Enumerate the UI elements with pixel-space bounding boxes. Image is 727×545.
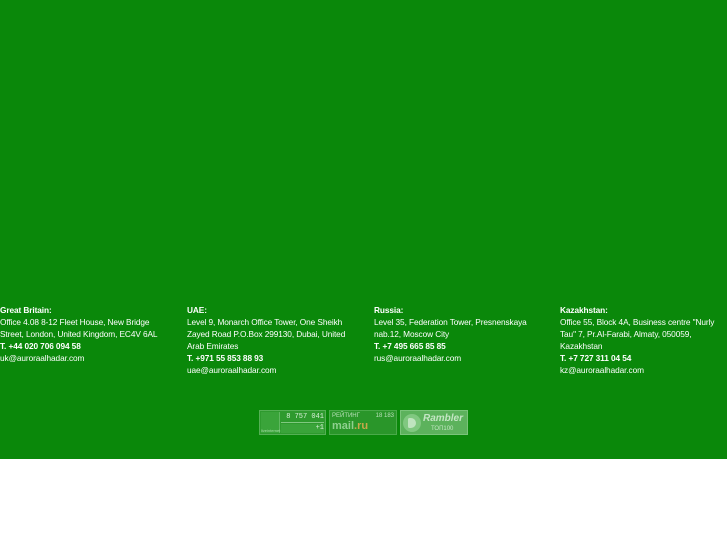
office-title: UAE: (187, 305, 207, 315)
site-footer: Great Britain: Office 4.08 8-12 Fleet Ho… (0, 0, 727, 459)
office-uae: UAE: Level 9, Monarch Office Tower, One … (187, 304, 362, 376)
office-russia: Russia: Level 35, Federation Tower, Pres… (374, 304, 549, 364)
office-title: Russia: (374, 305, 404, 315)
office-contacts: Great Britain: Office 4.08 8-12 Fleet Ho… (0, 304, 727, 384)
liveinternet-today: +1 (281, 424, 324, 433)
mailru-logo-suffix: .ru (354, 420, 369, 432)
liveinternet-counter[interactable]: liveinternet 8 757 041 +1 (259, 410, 326, 435)
office-address: Office 4.08 8-12 Fleet House, New Bridge… (0, 317, 158, 339)
rambler-top100-counter[interactable]: Rambler ТОП100 (400, 410, 468, 435)
rambler-logo-icon (403, 414, 421, 432)
office-address: Level 9, Monarch Office Tower, One Sheik… (187, 317, 346, 351)
office-phone: T. +7 495 665 85 85 (374, 341, 446, 351)
office-great-britain: Great Britain: Office 4.08 8-12 Fleet Ho… (0, 304, 175, 364)
office-kazakhstan: Kazakhstan: Office 55, Block 4A, Busines… (560, 304, 727, 376)
office-address: Office 55, Block 4A, Business centre "Nu… (560, 317, 715, 351)
office-phone: T. +7 727 311 04 54 (560, 353, 632, 363)
mailru-logo: mail.ru (332, 420, 368, 433)
rambler-subtitle: ТОП100 (431, 426, 454, 432)
office-email-link[interactable]: uae@auroraalhadar.com (187, 364, 362, 376)
office-title: Great Britain: (0, 305, 52, 315)
office-title: Kazakhstan: (560, 305, 608, 315)
liveinternet-logo-icon: liveinternet (261, 412, 280, 433)
mailru-rating-label: РЕЙТИНГ (332, 413, 360, 419)
rambler-title: Rambler (423, 413, 464, 424)
mailru-rating-counter[interactable]: РЕЙТИНГ 18 183 mail.ru (329, 410, 397, 435)
office-email-link[interactable]: rus@auroraalhadar.com (374, 352, 549, 364)
office-address: Level 35, Federation Tower, Presnenskaya… (374, 317, 527, 339)
office-phone: T. +44 020 706 094 58 (0, 341, 81, 351)
mailru-logo-text: mail (332, 420, 355, 432)
office-email-link[interactable]: kz@auroraalhadar.com (560, 364, 727, 376)
liveinternet-total: 8 757 041 (281, 413, 324, 423)
mailru-rating-value: 18 183 (375, 413, 394, 419)
office-email-link[interactable]: uk@auroraalhadar.com (0, 352, 175, 364)
office-phone: T. +971 55 853 88 93 (187, 353, 264, 363)
